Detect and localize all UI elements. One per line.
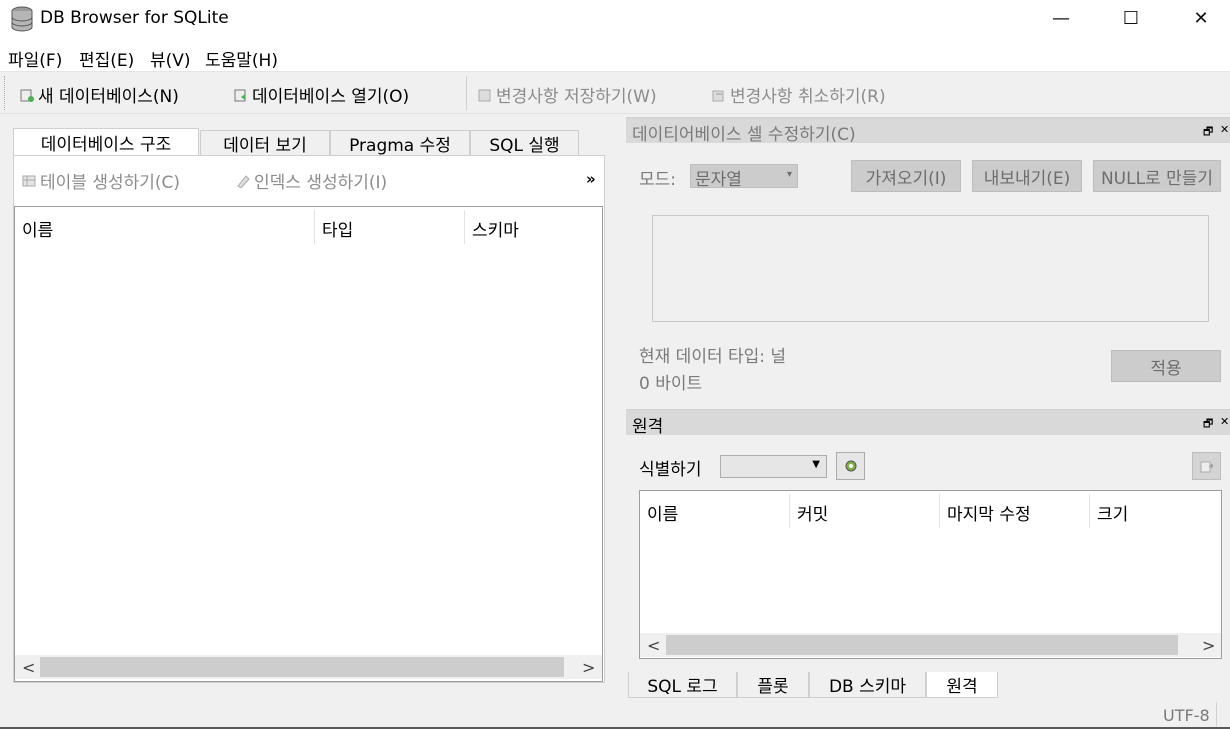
maximize-button[interactable]: ☐ (1096, 0, 1166, 36)
maximize-icon: ☐ (1122, 7, 1140, 29)
scroll-right-icon[interactable]: > (1202, 636, 1215, 655)
tab-plot[interactable]: 플롯 (737, 672, 809, 698)
database-icon (11, 6, 33, 32)
write-changes-button[interactable]: 변경사항 저장하기(W) (478, 82, 657, 107)
column-header-name[interactable]: 이름 (22, 216, 53, 241)
create-table-label: 테이블 생성하기(C) (40, 173, 181, 193)
scrollbar-thumb[interactable] (40, 657, 564, 677)
toolbar-separator (466, 76, 467, 110)
apply-button[interactable]: 적용 (1111, 350, 1221, 382)
mode-value: 문자열 (695, 170, 742, 190)
remote-column-size[interactable]: 크기 (1097, 500, 1128, 525)
menu-view[interactable]: 뷰(V) (150, 46, 191, 71)
revert-icon (712, 90, 724, 101)
float-dock-icon[interactable]: 🗗 (1203, 415, 1213, 434)
remote-column-commit[interactable]: 커밋 (797, 500, 828, 525)
write-changes-label: 변경사항 저장하기(W) (496, 87, 657, 107)
scroll-left-icon[interactable]: < (647, 636, 660, 655)
open-database-button[interactable]: 데이터베이스 열기(O) (234, 82, 409, 107)
identity-settings-button[interactable] (836, 452, 865, 480)
identity-select[interactable]: ▼ (720, 455, 827, 478)
open-database-label: 데이터베이스 열기(O) (252, 87, 410, 107)
current-type-label: 현재 데이터 타입: 널 (639, 347, 787, 367)
chevron-down-icon: ▾ (786, 169, 792, 180)
save-icon (478, 89, 491, 101)
column-divider (1089, 494, 1090, 528)
edit-cell-dock-label: 데이티어베이스 셀 수정하기(C) (632, 125, 856, 145)
structure-tree[interactable] (14, 206, 603, 682)
encoding-status: UTF-8 (1163, 706, 1210, 725)
scroll-right-icon[interactable]: > (582, 658, 595, 677)
tab-edit-pragmas[interactable]: Pragma 수정 (330, 130, 470, 156)
minimize-button[interactable]: — (1026, 0, 1096, 36)
create-table-button[interactable]: 테이블 생성하기(C) (22, 168, 180, 193)
tab-db-schema[interactable]: DB 스키마 (809, 672, 926, 698)
index-icon (237, 174, 250, 188)
menu-help[interactable]: 도움말(H) (205, 46, 278, 71)
scroll-left-icon[interactable]: < (22, 658, 35, 677)
new-database-button[interactable]: 새 데이터베이스(N) (20, 82, 179, 107)
tab-remote[interactable]: 원격 (926, 672, 998, 698)
create-index-button[interactable]: 인덱스 생성하기(I) (236, 168, 387, 193)
cell-editor-textarea[interactable] (652, 215, 1209, 322)
remote-column-last-modified[interactable]: 마지막 수정 (947, 500, 1031, 525)
tab-browse-data[interactable]: 데이터 보기 (200, 130, 330, 156)
create-index-label: 인덱스 생성하기(I) (254, 173, 388, 193)
remote-dock-label: 원격 (632, 417, 664, 437)
column-header-type[interactable]: 타입 (322, 216, 353, 241)
float-dock-icon[interactable]: 🗗 (1203, 123, 1213, 142)
import-button[interactable]: 가져오기(I) (851, 160, 961, 192)
size-label: 0 바이트 (639, 374, 703, 394)
menu-file[interactable]: 파일(F) (8, 46, 62, 71)
column-divider (464, 210, 465, 244)
scrollbar-thumb[interactable] (666, 635, 1178, 655)
new-database-label: 새 데이터베이스(N) (38, 87, 179, 107)
export-button[interactable]: 내보내기(E) (972, 160, 1082, 192)
menu-edit[interactable]: 편집(E) (79, 46, 134, 71)
open-database-icon (234, 89, 246, 101)
close-icon: ✕ (1193, 7, 1209, 29)
table-icon (22, 175, 36, 186)
close-dock-icon[interactable]: ✕ (1220, 123, 1229, 136)
close-dock-icon[interactable]: ✕ (1220, 415, 1229, 428)
toolbar-grip[interactable] (4, 76, 7, 110)
revert-changes-button[interactable]: 변경사항 취소하기(R) (712, 82, 886, 107)
window-title: DB Browser for SQLite (40, 8, 229, 28)
upload-icon (1200, 461, 1214, 473)
mode-select[interactable]: 문자열 ▾ (690, 164, 798, 190)
remote-dock-title (626, 409, 1230, 435)
set-null-button[interactable]: NULL로 만들기 (1093, 160, 1221, 192)
column-divider (314, 210, 315, 244)
status-separator (1216, 702, 1217, 726)
identity-label: 식별하기 (639, 460, 702, 480)
new-database-icon (20, 89, 34, 102)
close-window-button[interactable]: ✕ (1166, 0, 1230, 36)
revert-changes-label: 변경사항 취소하기(R) (730, 87, 886, 107)
push-button[interactable] (1192, 452, 1221, 480)
column-divider (939, 494, 940, 528)
tab-execute-sql[interactable]: SQL 실행 (470, 130, 579, 156)
column-divider (789, 494, 790, 528)
remote-column-name[interactable]: 이름 (647, 500, 678, 525)
minimize-icon: — (1052, 7, 1070, 29)
tab-database-structure[interactable]: 데이터베이스 구조 (13, 128, 199, 156)
chevron-down-icon: ▼ (812, 459, 820, 470)
gear-icon (845, 460, 856, 472)
tab-sql-log[interactable]: SQL 로그 (628, 672, 737, 698)
mode-label: 모드: (639, 170, 677, 190)
column-header-schema[interactable]: 스키마 (472, 216, 519, 241)
toolbar-overflow-button[interactable]: » (586, 170, 596, 188)
